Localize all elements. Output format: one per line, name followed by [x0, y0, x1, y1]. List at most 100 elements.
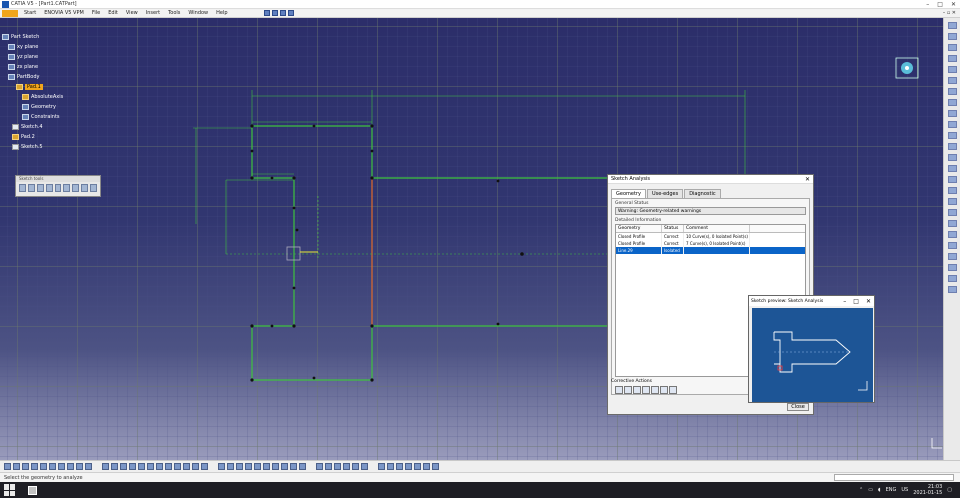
whats-this-icon[interactable] — [85, 463, 92, 470]
thickness-tool-icon[interactable] — [352, 463, 359, 470]
edit-icon[interactable] — [633, 386, 641, 394]
grid-toggle-icon[interactable] — [19, 184, 26, 192]
redo-icon[interactable] — [76, 463, 83, 470]
spline-icon[interactable] — [948, 55, 957, 62]
tab-geometry[interactable]: Geometry — [611, 189, 646, 198]
menu-insert[interactable]: Insert — [142, 10, 164, 16]
dimensional-constraint-icon[interactable] — [54, 184, 62, 192]
iso-view-icon[interactable] — [174, 463, 181, 470]
tree-item-pad-2[interactable]: Pad.2 — [2, 132, 82, 142]
profile-icon[interactable] — [948, 22, 957, 29]
exit-workbench-icon[interactable] — [948, 286, 957, 293]
mirror-icon[interactable] — [948, 143, 957, 150]
taskbar-catia-app[interactable] — [24, 484, 40, 496]
line-icon[interactable] — [948, 77, 957, 84]
new-icon[interactable] — [4, 463, 11, 470]
tree-item-part[interactable]: Part Sketch — [2, 32, 82, 42]
sketch-tool-icon[interactable] — [263, 10, 270, 16]
tray-region[interactable]: US — [901, 487, 908, 493]
preview-minimize-button[interactable]: – — [843, 298, 846, 305]
profile-tool-icon[interactable] — [271, 10, 278, 16]
maximize-button[interactable]: □ — [937, 1, 943, 8]
tree-item-absolute-axis[interactable]: AbsoluteAxis — [2, 92, 82, 102]
edit-multi-constraint-icon[interactable] — [948, 275, 957, 282]
shading-icon[interactable] — [183, 463, 190, 470]
pocket-tool-icon[interactable] — [227, 463, 234, 470]
rotate-icon[interactable] — [948, 165, 957, 172]
tree-item-pad-1[interactable]: Pad.1 — [2, 82, 82, 92]
cut-part-icon[interactable] — [72, 184, 80, 192]
tab-use-edges[interactable]: Use-edges — [646, 189, 684, 198]
zoom-in-icon[interactable] — [138, 463, 145, 470]
menu-enovia[interactable]: ENOVIA V5 VPM — [40, 10, 88, 16]
fly-mode-icon[interactable] — [102, 463, 109, 470]
save-icon[interactable] — [22, 463, 29, 470]
shaft-tool-icon[interactable] — [236, 463, 243, 470]
contact-constraint-icon[interactable] — [948, 231, 957, 238]
construction-element-icon[interactable] — [36, 184, 44, 192]
fit-all-icon[interactable] — [111, 463, 118, 470]
preview-viewport[interactable] — [752, 308, 873, 402]
offset-icon[interactable] — [948, 187, 957, 194]
rib-tool-icon[interactable] — [263, 463, 270, 470]
axis-line-icon[interactable] — [948, 88, 957, 95]
project-3d-icon[interactable] — [948, 198, 957, 205]
chamfer-icon[interactable] — [948, 121, 957, 128]
table-row-selected[interactable]: Line.29 Isolated — [616, 247, 805, 254]
translate-icon[interactable] — [948, 154, 957, 161]
rectangle-icon[interactable] — [948, 33, 957, 40]
constraint-icon[interactable] — [948, 220, 957, 227]
menu-start[interactable]: Start — [20, 10, 40, 16]
exit-sketch-icon[interactable] — [287, 10, 294, 16]
open-icon[interactable] — [13, 463, 20, 470]
circle-icon[interactable] — [948, 44, 957, 51]
document-window-controls[interactable]: – ▫ ✕ — [943, 10, 960, 16]
notifications-icon[interactable]: ▢ — [947, 487, 952, 493]
apply-material-icon[interactable] — [396, 463, 403, 470]
loft-tool-icon[interactable] — [290, 463, 297, 470]
tab-diagnostic[interactable]: Diagnostic — [684, 189, 721, 198]
dialog-title-bar[interactable]: Sketch Analysis ✕ — [608, 175, 813, 184]
preview-maximize-button[interactable]: □ — [853, 298, 859, 305]
col-geometry[interactable]: Geometry — [616, 225, 662, 232]
snap-to-point-icon[interactable] — [27, 184, 35, 192]
tray-language[interactable]: ENG — [886, 487, 897, 493]
measure-icon[interactable] — [378, 463, 385, 470]
groove-tool-icon[interactable] — [245, 463, 252, 470]
stiffener-tool-icon[interactable] — [281, 463, 288, 470]
catalog-icon[interactable] — [423, 463, 430, 470]
draft-tool-icon[interactable] — [334, 463, 341, 470]
close-button[interactable]: ✕ — [951, 1, 956, 8]
paste-icon[interactable] — [58, 463, 65, 470]
hide-show-icon[interactable] — [192, 463, 199, 470]
windows-start-icon[interactable] — [4, 484, 16, 496]
sketch-tools-toolbar[interactable]: Sketch tools — [15, 175, 101, 197]
rotate-view-icon[interactable] — [129, 463, 136, 470]
tree-item-geometry[interactable]: Geometry — [2, 102, 82, 112]
tree-item-constraints[interactable]: Constraints — [2, 112, 82, 122]
network-icon[interactable]: ▭ — [868, 487, 873, 493]
volume-icon[interactable]: ◖ — [878, 487, 881, 493]
corner-icon[interactable] — [948, 110, 957, 117]
tree-item-sketch-5[interactable]: Sketch.5 — [2, 142, 82, 152]
swap-space-icon[interactable] — [201, 463, 208, 470]
menu-view[interactable]: View — [122, 10, 142, 16]
pad-tool-icon[interactable] — [218, 463, 225, 470]
delete-geometry-icon[interactable] — [615, 386, 623, 394]
geometric-constraint-icon[interactable] — [45, 184, 53, 192]
scale-icon[interactable] — [948, 176, 957, 183]
measure-inertia-icon[interactable] — [387, 463, 394, 470]
copy-icon[interactable] — [49, 463, 56, 470]
tree-item-sketch-4[interactable]: Sketch.4 — [2, 122, 82, 132]
shell-tool-icon[interactable] — [343, 463, 350, 470]
normal-view-icon[interactable] — [81, 184, 89, 192]
animate-constraint-icon[interactable] — [948, 264, 957, 271]
tree-item-xy-plane[interactable]: xy plane — [2, 42, 82, 52]
list-icon[interactable] — [669, 386, 677, 394]
tray-up-arrow-icon[interactable]: ⌃ — [859, 487, 863, 493]
tree-item-partbody[interactable]: PartBody — [2, 72, 82, 82]
conic-icon[interactable] — [948, 66, 957, 73]
dialog-close-button[interactable]: Close — [787, 403, 809, 411]
menu-edit[interactable]: Edit — [104, 10, 122, 16]
zoom-out-icon[interactable] — [147, 463, 154, 470]
